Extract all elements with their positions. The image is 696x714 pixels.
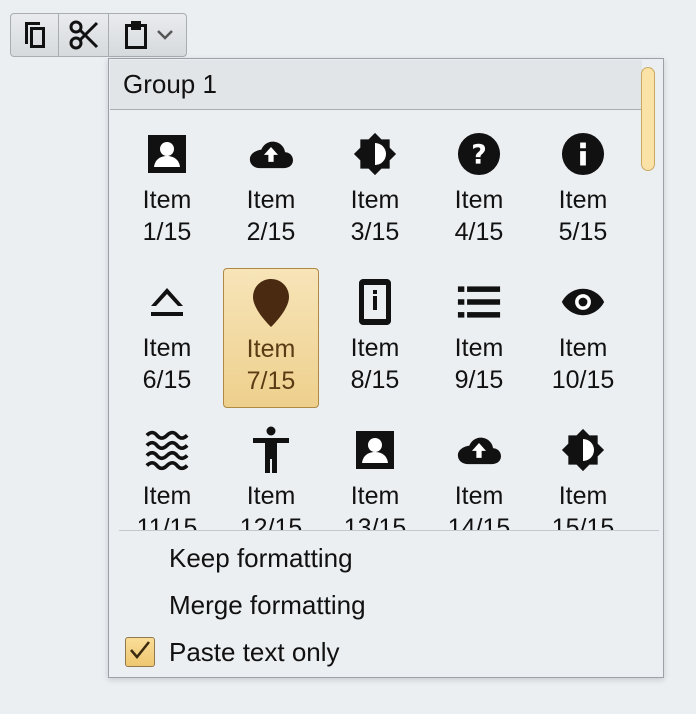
gallery-item-label: Item 14/15	[447, 482, 511, 530]
gallery-item[interactable]: Item 11/15	[119, 416, 215, 530]
contact-card-icon	[145, 132, 189, 176]
gallery-item[interactable]: Item 15/15	[535, 416, 631, 530]
copy-icon	[21, 20, 49, 50]
svg-text:?: ?	[471, 140, 487, 171]
gallery-item-label: Item 5/15	[558, 186, 608, 246]
checkmark-icon	[129, 640, 151, 665]
gallery-item-label: Item 8/15	[350, 334, 400, 394]
gallery-item[interactable]: Item 12/15	[223, 416, 319, 530]
gallery-item-label: Item 7/15	[246, 335, 296, 395]
group-header: Group 1	[110, 60, 642, 110]
cut-button[interactable]	[59, 14, 109, 56]
gallery-viewport: Item 1/15 Item 2/15 Item 3/15? Item 4/15 Ite…	[110, 110, 642, 530]
paste-text-only-checkbox[interactable]	[125, 637, 155, 667]
copy-button[interactable]	[11, 14, 59, 56]
gallery-item[interactable]: Item 2/15	[223, 120, 319, 260]
gallery-item-label: Item 11/15	[136, 482, 198, 530]
gallery-item[interactable]: Item 14/15	[431, 416, 527, 530]
gallery-item-label: Item 13/15	[343, 482, 407, 530]
gallery-item-label: Item 1/15	[142, 186, 192, 246]
gallery-item-label: Item 4/15	[454, 186, 504, 246]
gallery-item[interactable]: Item 10/15	[535, 268, 631, 408]
gallery-item[interactable]: Item 6/15	[119, 268, 215, 408]
gallery-item[interactable]: Item 3/15	[327, 120, 423, 260]
merge-formatting-item[interactable]: Merge formatting	[169, 585, 366, 625]
gallery-item-label: Item 12/15	[239, 482, 303, 530]
gallery-item-label: Item 9/15	[454, 334, 504, 394]
gallery-item-label: Item 2/15	[246, 186, 296, 246]
brightness-icon	[561, 428, 605, 472]
help-circle-icon: ?	[457, 132, 501, 176]
cloud-upload-icon	[249, 132, 293, 176]
paste-options-popup: Group 1 Item 1/15 Item 2/15 Item 3/15? Item…	[108, 58, 664, 678]
contact-card-icon	[353, 428, 397, 472]
paste-text-only-item[interactable]: Paste text only	[169, 632, 340, 672]
map-pin-icon	[249, 279, 293, 327]
waves-icon	[145, 428, 189, 472]
gallery-item[interactable]: Item 8/15	[327, 268, 423, 408]
brightness-icon	[353, 132, 397, 176]
phone-info-icon	[353, 279, 397, 325]
gallery-item[interactable]: Item 7/15	[223, 268, 319, 408]
gallery-scrollbar-thumb[interactable]	[641, 67, 655, 171]
clipboard-icon	[122, 19, 150, 51]
gallery-item[interactable]: Item 9/15	[431, 268, 527, 408]
accessibility-icon	[249, 426, 293, 473]
gallery-item[interactable]: Item 13/15	[327, 416, 423, 530]
gallery-item-label: Item 6/15	[142, 334, 192, 394]
keep-formatting-item[interactable]: Keep formatting	[169, 538, 353, 578]
gallery-item[interactable]: Item 5/15	[535, 120, 631, 260]
scissors-icon	[69, 20, 99, 50]
gallery-item[interactable]: Item 1/15	[119, 120, 215, 260]
info-circle-icon	[561, 132, 605, 176]
gallery-item-label: Item 15/15	[551, 482, 615, 530]
gallery-item-label: Item 3/15	[350, 186, 400, 246]
eye-icon	[561, 280, 605, 324]
eject-icon	[145, 280, 189, 324]
list-icon	[457, 280, 501, 324]
separator	[119, 530, 659, 531]
cloud-upload-icon	[457, 428, 501, 472]
clipboard-toolbar	[10, 13, 187, 57]
chevron-down-icon	[156, 29, 174, 41]
paste-dropdown-button[interactable]	[109, 14, 186, 56]
gallery-item-label: Item 10/15	[551, 334, 615, 394]
gallery-item[interactable]: ? Item 4/15	[431, 120, 527, 260]
